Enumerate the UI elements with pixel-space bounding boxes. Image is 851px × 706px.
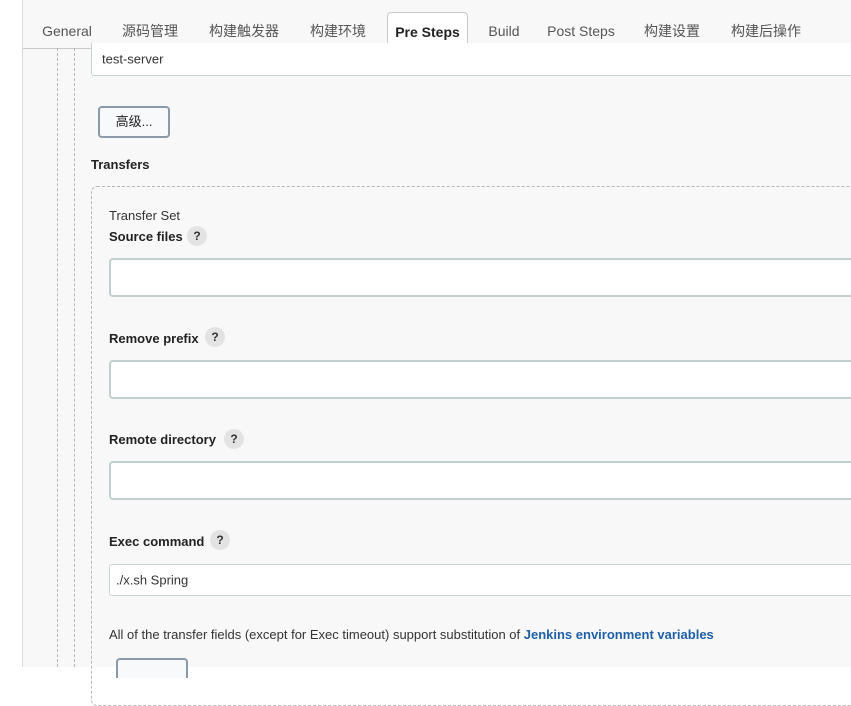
jenkins-env-variables-link[interactable]: Jenkins environment variables bbox=[524, 627, 714, 642]
exec-command-label: Exec command bbox=[109, 534, 205, 549]
remote-directory-label: Remote directory bbox=[109, 432, 216, 447]
config-tab-bar: General 源码管理 构建触发器 构建环境 Pre Steps Build … bbox=[23, 0, 851, 49]
remove-prefix-label: Remove prefix bbox=[109, 331, 199, 346]
advanced-button[interactable]: 高级... bbox=[98, 106, 170, 138]
remove-prefix-input[interactable] bbox=[109, 360, 851, 399]
source-files-label: Source files bbox=[109, 229, 183, 244]
nesting-guide-inner bbox=[74, 48, 75, 667]
left-sidebar-edge bbox=[0, 0, 23, 667]
source-files-input[interactable] bbox=[109, 258, 851, 297]
ssh-server-name-value: test-server bbox=[102, 51, 164, 67]
exec-command-help-icon[interactable]: ? bbox=[210, 530, 230, 550]
env-substitution-text: All of the transfer fields (except for E… bbox=[109, 627, 524, 642]
remote-directory-input[interactable] bbox=[109, 461, 851, 500]
exec-command-textarea[interactable]: ./x.sh Spring bbox=[109, 564, 851, 596]
env-substitution-note: All of the transfer fields (except for E… bbox=[109, 627, 714, 642]
transfers-heading: Transfers bbox=[91, 157, 150, 172]
remote-directory-help-icon[interactable]: ? bbox=[224, 429, 244, 449]
source-files-help-icon[interactable]: ? bbox=[187, 226, 207, 246]
transfer-set-advanced-button[interactable] bbox=[116, 658, 188, 678]
ssh-server-name-field[interactable]: test-server bbox=[91, 43, 851, 76]
remove-prefix-help-icon[interactable]: ? bbox=[205, 327, 225, 347]
transfer-set-title: Transfer Set bbox=[109, 208, 181, 223]
tab-general[interactable]: General bbox=[35, 12, 99, 48]
nesting-guide-outer bbox=[57, 48, 58, 667]
exec-command-value: ./x.sh Spring bbox=[116, 572, 189, 588]
